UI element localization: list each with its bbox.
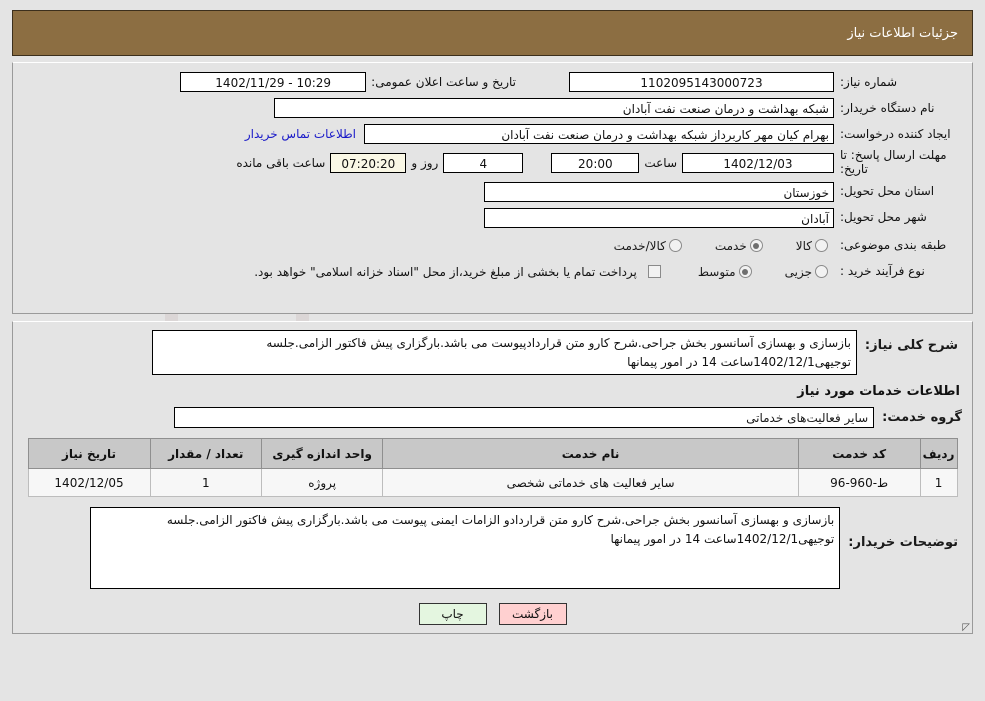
classification-row: طبقه بندی موضوعی: کالا خدمت کالا/خدمت [23,235,962,257]
process-type-row: نوع فرآیند خرید : جزیی متوسط پرداخت تمام… [23,261,962,283]
service-group-row: گروه خدمت: سایر فعالیت‌های خدماتی [23,407,962,428]
page-root: جزئیات اطلاعات نیاز شماره نیاز: 11020951… [0,10,985,634]
deadline-date-field[interactable]: 1402/12/03 [682,152,834,173]
remaining-suffix-label: ساعت باقی مانده [236,155,326,170]
province-row: استان محل تحویل: خوزستان [23,181,962,203]
radio-icon[interactable] [815,265,828,279]
table-col-quantity: تعداد / مقدار [149,438,263,469]
buyer-org-label: نام دستگاه خریدار: [840,100,935,115]
province-field[interactable]: خوزستان [484,181,834,202]
cell-unit: پروژه [261,468,384,497]
general-description-box[interactable]: بازسازی و بهسازی آسانسور بخش جراحی.شرح ک… [151,330,857,375]
buyer-notes-label: توضیحات خریدار: [848,535,958,550]
province-label: استان محل تحویل: [840,184,935,199]
radio-icon[interactable] [749,239,763,253]
process-option-label: جزیی [784,264,812,279]
deadline-row: مهلت ارسال پاسخ: تا تاریخ: 1402/12/03 سا… [23,148,962,177]
service-group-field[interactable]: سایر فعالیت‌های خدماتی [174,407,875,428]
remaining-days-field: 4 [443,152,524,173]
table-col-service-code: کد خدمت [797,438,921,469]
cell-radif: 1 [919,468,958,497]
radio-icon[interactable] [738,265,752,279]
remaining-days-label: روز و [411,155,439,170]
buyer-notes-row: توضیحات خریدار: بازسازی و بهسازی آسانسور… [23,507,962,589]
resize-handle-icon[interactable]: ◸ [961,623,970,633]
need-info-panel: شماره نیاز: 1102095143000723 تاریخ و ساع… [12,62,973,314]
buyer-notes-box[interactable]: بازسازی و بهسازی آسانسور بخش جراحی.شرح ک… [90,507,841,589]
services-section-heading: اطلاعات خدمات مورد نیاز [797,384,960,399]
services-table: ردیف کد خدمت نام خدمت واحد اندازه گیری ت… [27,438,958,497]
treasury-bonds-text: پرداخت تمام یا بخشی از مبلغ خرید،از محل … [254,264,637,279]
buyer-org-field[interactable]: شبکه بهداشت و درمان صنعت نفت آبادان [274,98,834,118]
need-number-field[interactable]: 1102095143000723 [569,72,834,92]
announce-datetime-field[interactable]: 10:29 - 1402/11/29 [180,72,367,92]
service-group-label: گروه خدمت: [882,410,962,425]
city-label: شهر محل تحویل: [840,210,927,225]
footer-button-bar: بازگشت چاپ [23,603,962,625]
requester-row: ایجاد کننده درخواست: بهرام کیان مهر کارب… [23,123,962,145]
need-details-panel: شرح کلی نیاز: بازسازی و بهسازی آسانسور ب… [12,321,973,634]
classification-option-label: کالا [795,238,812,253]
announce-datetime-label: تاریخ و ساعت اعلان عمومی: [371,75,516,89]
city-field[interactable]: آبادان [484,207,834,228]
table-col-unit: واحد اندازه گیری [261,438,384,469]
need-number-label: شماره نیاز: [840,74,897,89]
cell-service-code: ط-960-96 [797,468,921,497]
need-number-row: شماره نیاز: 1102095143000723 تاریخ و ساع… [23,71,962,93]
table-row: 1 ط-960-96 سایر فعالیت های خدماتی شخصی پ… [27,468,958,497]
remaining-clock-field: 07:20:20 [330,152,407,173]
classification-option-kala-khedmat[interactable]: کالا/خدمت [613,239,688,253]
process-option-label: متوسط [697,264,736,279]
cell-need-date: 1402/12/05 [27,468,151,497]
classification-option-label: خدمت [714,238,747,253]
treasury-bonds-checkbox[interactable] [647,265,661,279]
classification-option-label: کالا/خدمت [613,238,666,253]
table-col-service-name: نام خدمت [382,438,799,469]
classification-option-kala[interactable]: کالا [795,239,834,253]
page-header-bar: جزئیات اطلاعات نیاز [12,10,973,56]
cell-quantity: 1 [149,468,263,497]
requester-field[interactable]: بهرام کیان مهر کاربرداز شبکه بهداشت و در… [364,124,834,144]
process-type-label: نوع فرآیند خرید : [840,264,925,279]
requester-label: ایجاد کننده درخواست: [840,126,951,141]
process-option-jozee[interactable]: جزیی [784,265,834,279]
table-col-need-date: تاریخ نیاز [27,438,151,469]
classification-option-khedmat[interactable]: خدمت [714,239,769,253]
deadline-label: مهلت ارسال پاسخ: تا تاریخ: [840,148,947,176]
radio-icon[interactable] [815,239,828,253]
radio-icon[interactable] [668,239,682,253]
page-title: جزئیات اطلاعات نیاز [847,25,958,41]
general-description-label: شرح کلی نیاز: [864,338,958,353]
print-button[interactable]: چاپ [418,603,487,625]
buyer-contact-link[interactable]: اطلاعات تماس خریدار [237,127,364,141]
back-button[interactable]: بازگشت [498,603,567,625]
table-header-row: ردیف کد خدمت نام خدمت واحد اندازه گیری ت… [27,438,958,469]
city-row: شهر محل تحویل: آبادان [23,207,962,229]
deadline-hour-label: ساعت [644,155,677,170]
table-col-radif: ردیف [919,438,958,469]
buyer-org-row: نام دستگاه خریدار: شبکه بهداشت و درمان ص… [23,97,962,119]
classification-label: طبقه بندی موضوعی: [840,238,947,253]
deadline-hour-field[interactable]: 20:00 [551,152,640,173]
process-option-motevaset[interactable]: متوسط [697,265,758,279]
cell-service-name: سایر فعالیت های خدماتی شخصی [382,468,799,497]
general-description-row: شرح کلی نیاز: بازسازی و بهسازی آسانسور ب… [23,330,970,633]
